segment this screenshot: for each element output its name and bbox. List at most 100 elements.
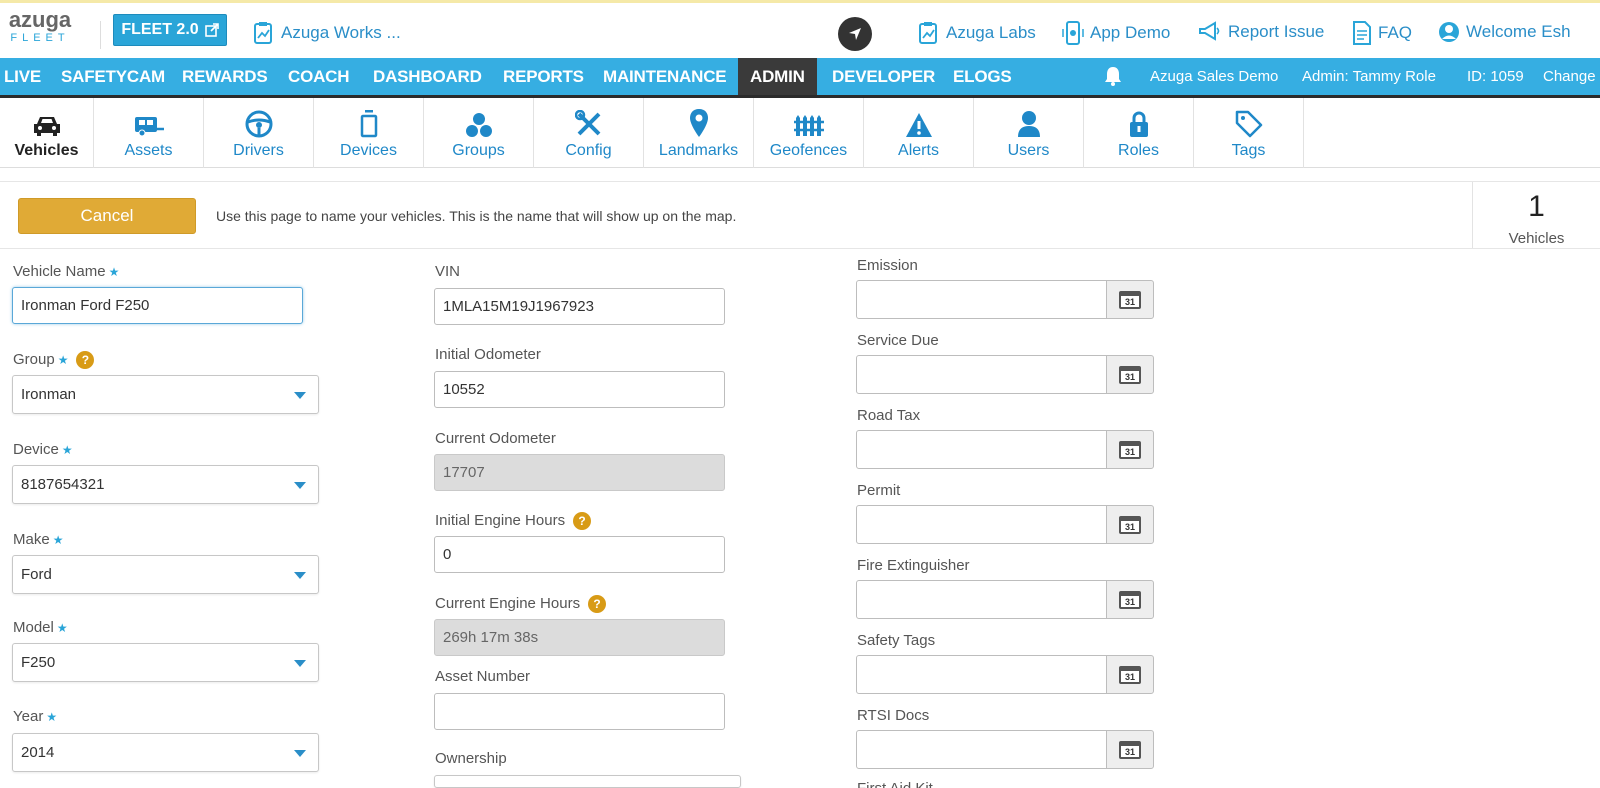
tab-groups-label: Groups — [452, 142, 505, 159]
fleet-2-button[interactable]: FLEET 2.0 — [113, 14, 227, 46]
road-tax-field[interactable] — [856, 430, 1107, 469]
tab-roles[interactable]: Roles — [1084, 98, 1194, 168]
navigation-button[interactable] — [838, 17, 872, 51]
report-issue-label: Report Issue — [1228, 22, 1325, 41]
current-engine-hours-label: Current Engine Hours? — [435, 595, 607, 614]
tab-alerts[interactable]: Alerts — [864, 98, 974, 168]
main-nav: Live SafetyCam Rewards Coach Dashboard R… — [0, 58, 1600, 98]
group-value: Ironman — [21, 386, 77, 403]
nav-elogs[interactable]: ELogs — [953, 58, 1012, 95]
app-demo-link[interactable]: App Demo — [1062, 21, 1170, 45]
road-tax-date-input[interactable]: 31 — [856, 430, 1154, 469]
azuga-labs-label: Azuga Labs — [946, 23, 1036, 42]
fleet-button-label: FLEET 2.0 — [121, 21, 199, 38]
azuga-works-link[interactable]: Azuga Works ... — [253, 21, 401, 45]
vin-input[interactable]: 1MLA15M19J1967923 — [434, 288, 725, 325]
initial-odometer-input[interactable]: 10552 — [434, 371, 725, 408]
phone-icon — [1062, 21, 1084, 45]
fire-extinguisher-field[interactable] — [856, 580, 1107, 619]
permit-field[interactable] — [856, 505, 1107, 544]
tab-tags[interactable]: Tags — [1194, 98, 1304, 168]
nav-safetycam[interactable]: SafetyCam — [61, 58, 165, 95]
tab-assets[interactable]: Assets — [94, 98, 204, 168]
nav-rewards[interactable]: Rewards — [182, 58, 268, 95]
help-icon[interactable]: ? — [588, 595, 607, 614]
nav-live[interactable]: Live — [4, 58, 41, 95]
permit-date-input[interactable]: 31 — [856, 505, 1154, 544]
service-due-label: Service Due — [857, 332, 939, 349]
change-link[interactable]: Change — [1543, 58, 1596, 95]
tab-devices[interactable]: Devices — [314, 98, 424, 168]
trailer-icon — [134, 117, 164, 137]
cancel-button[interactable]: Cancel — [18, 198, 196, 234]
rtsi-docs-field[interactable] — [856, 730, 1107, 769]
nav-dashboard[interactable]: Dashboard — [373, 58, 482, 95]
tab-assets-label: Assets — [124, 142, 173, 159]
report-issue-link[interactable]: Report Issue — [1198, 21, 1324, 43]
safety-tags-date-input[interactable]: 31 — [856, 655, 1154, 694]
tab-vehicles[interactable]: Vehicles — [0, 98, 94, 168]
make-select[interactable]: Ford — [12, 555, 319, 594]
year-select[interactable]: 2014 — [12, 733, 319, 772]
fire-extinguisher-label: Fire Extinguisher — [857, 557, 970, 574]
ownership-select[interactable] — [434, 775, 741, 788]
rtsi-docs-calendar-button[interactable]: 31 — [1106, 730, 1154, 769]
model-select[interactable]: F250 — [12, 643, 319, 682]
emission-calendar-button[interactable]: 31 — [1106, 280, 1154, 319]
tab-drivers[interactable]: Drivers — [204, 98, 314, 168]
bell-icon[interactable] — [1104, 66, 1122, 86]
faq-link[interactable]: FAQ — [1352, 21, 1412, 45]
model-value: F250 — [21, 654, 56, 671]
welcome-user-link[interactable]: Welcome Esh — [1438, 21, 1571, 43]
group-select[interactable]: Ironman — [12, 375, 319, 414]
vehicle-name-input[interactable]: Ironman Ford F250 — [12, 287, 303, 324]
asset-number-input[interactable] — [434, 693, 725, 730]
warning-icon — [905, 113, 932, 137]
service-due-date-input[interactable]: 31 — [856, 355, 1154, 394]
azuga-labs-link[interactable]: Azuga Labs — [918, 21, 1036, 45]
fire-extinguisher-date-input[interactable]: 31 — [856, 580, 1154, 619]
app-demo-label: App Demo — [1090, 23, 1171, 42]
rtsi-docs-date-input[interactable]: 31 — [856, 730, 1154, 769]
nav-reports[interactable]: Reports — [503, 58, 584, 95]
service-due-calendar-button[interactable]: 31 — [1106, 355, 1154, 394]
safety-tags-field[interactable] — [856, 655, 1107, 694]
emission-field[interactable] — [856, 280, 1107, 319]
permit-calendar-button[interactable]: 31 — [1106, 505, 1154, 544]
device-select[interactable]: 8187654321 — [12, 465, 319, 504]
car-icon — [33, 117, 60, 136]
safety-tags-calendar-button[interactable]: 31 — [1106, 655, 1154, 694]
required-star: ★ — [46, 710, 58, 724]
tab-users[interactable]: Users — [974, 98, 1084, 168]
caret-down-icon — [294, 482, 306, 489]
required-star: ★ — [108, 265, 120, 279]
nav-coach[interactable]: Coach — [288, 58, 350, 95]
logo-sub: FLEET — [10, 32, 70, 44]
fire-extinguisher-calendar-button[interactable]: 31 — [1106, 580, 1154, 619]
help-icon[interactable]: ? — [573, 512, 592, 531]
road-tax-calendar-button[interactable]: 31 — [1106, 430, 1154, 469]
help-icon[interactable]: ? — [76, 351, 95, 370]
year-value: 2014 — [21, 744, 55, 761]
required-star: ★ — [56, 621, 68, 635]
nav-developer[interactable]: Developer — [832, 58, 935, 95]
nav-maintenance[interactable]: Maintenance — [603, 58, 727, 95]
ownership-label: Ownership — [435, 750, 507, 767]
emission-date-input[interactable]: 31 — [856, 280, 1154, 319]
tab-landmarks[interactable]: Landmarks — [644, 98, 754, 168]
tab-geofences[interactable]: Geofences — [754, 98, 864, 168]
initial-engine-hours-input[interactable]: 0 — [434, 536, 725, 573]
azuga-logo[interactable]: azuga FLEET — [0, 9, 80, 44]
nav-admin[interactable]: Admin — [738, 58, 817, 95]
caret-down-icon — [294, 572, 306, 579]
azuga-works-label: Azuga Works ... — [281, 23, 401, 42]
account-name: Azuga Sales Demo — [1150, 68, 1279, 85]
megaphone-icon — [1199, 21, 1220, 41]
tab-landmarks-label: Landmarks — [658, 142, 739, 159]
vin-label: VIN — [435, 263, 461, 280]
tab-geofences-label: Geofences — [769, 142, 848, 159]
tab-config[interactable]: Config — [534, 98, 644, 168]
service-due-field[interactable] — [856, 355, 1107, 394]
tab-roles-label: Roles — [1118, 142, 1159, 159]
tab-groups[interactable]: Groups — [424, 98, 534, 168]
